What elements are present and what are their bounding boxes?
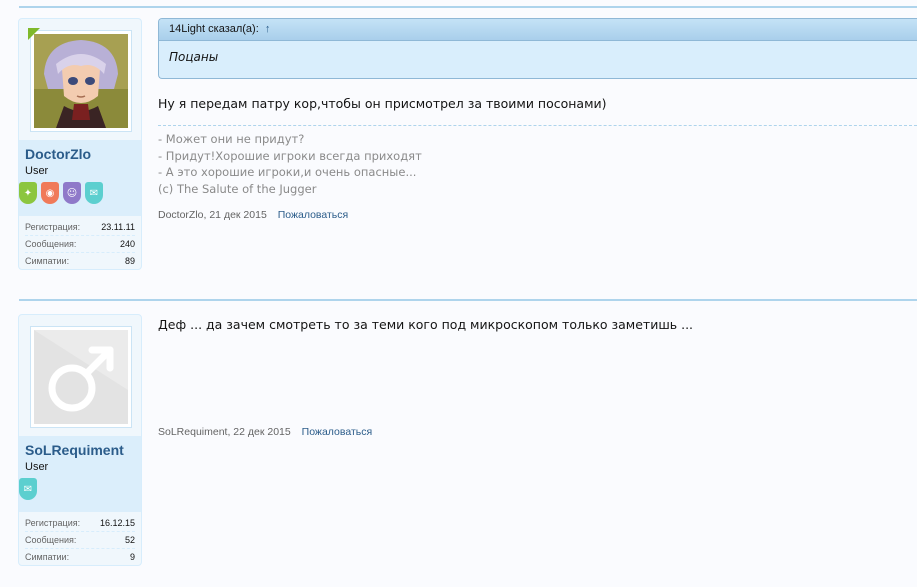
quote-header: 14Light сказал(а): ↑ [159,19,917,41]
user-stats: Регистрация: 16.12.15 Сообщения: 52 Симп… [25,515,135,565]
quote-text: Поцаны [169,50,219,64]
signature-line: - А это хорошие игроки,и очень опасные..… [158,165,417,179]
post-meta: DoctorZlo, 21 дек 2015 Пожаловаться [158,209,348,221]
user-stats: Регистрация: 23.11.11 Сообщения: 240 Сим… [25,219,135,269]
trophy-list: ✦ ◉ ☺ ✉ [19,182,103,204]
trophy-list: ✉ [19,478,37,500]
post-byline[interactable]: SoLRequiment, 22 дек 2015 [158,426,291,438]
quote-block: 14Light сказал(а): ↑ Поцаны [158,18,917,79]
signature-line: (c) The Salute of the Jugger [158,181,317,196]
avatar[interactable] [30,326,132,428]
message-text: Ну я передам патру кор,чтобы он присмотр… [158,96,607,111]
stat-registration: Регистрация: 16.12.15 [25,515,135,532]
smiley-icon[interactable]: ☺ [63,182,81,204]
user-panel: SoLRequiment User ✉ Регистрация: 16.12.1… [18,314,142,566]
signature: - Может они не придут? - Придут!Хорошие … [158,131,422,197]
quote-author: 14Light сказал(а): [169,23,259,35]
chat-icon[interactable]: ✉ [19,478,37,500]
stat-messages: Сообщения: 52 [25,532,135,549]
lips-icon[interactable]: ◉ [41,182,59,204]
stat-registration: Регистрация: 23.11.11 [25,219,135,236]
user-title: User [25,165,49,177]
user-info: SoLRequiment User ✉ [19,436,141,512]
user-info: DoctorZlo User ✦ ◉ ☺ ✉ [19,140,141,216]
avatar[interactable] [30,30,132,132]
user-panel: DoctorZlo User ✦ ◉ ☺ ✉ Регистрация: 23.1… [18,18,142,270]
signature-line: - Придут!Хорошие игроки всегда приходят [158,148,422,163]
post-byline[interactable]: DoctorZlo, 21 дек 2015 [158,209,267,221]
post-separator [19,6,917,8]
post-separator [19,299,917,301]
signature-line: - Может они не придут? [158,132,305,146]
default-male-avatar-icon [34,330,128,424]
sparkle-icon[interactable]: ✦ [19,182,37,204]
stat-likes: Симпатии: 9 [25,552,135,562]
post-meta: SoLRequiment, 22 дек 2015 Пожаловаться [158,426,372,438]
arrow-up-icon[interactable]: ↑ [265,23,271,35]
stat-likes: Симпатии: 89 [25,256,135,266]
username-link[interactable]: DoctorZlo [25,146,91,162]
report-link[interactable]: Пожаловаться [278,209,349,221]
anime-portrait-avatar [34,34,128,128]
stat-messages: Сообщения: 240 [25,236,135,253]
user-title: User [25,461,49,473]
username-link[interactable]: SoLRequiment [25,442,124,458]
chat-icon[interactable]: ✉ [85,182,103,204]
online-indicator [28,28,40,40]
report-link[interactable]: Пожаловаться [302,426,373,438]
message-text: Деф ... да зачем смотреть то за теми ког… [158,317,694,332]
signature-divider [158,125,917,126]
